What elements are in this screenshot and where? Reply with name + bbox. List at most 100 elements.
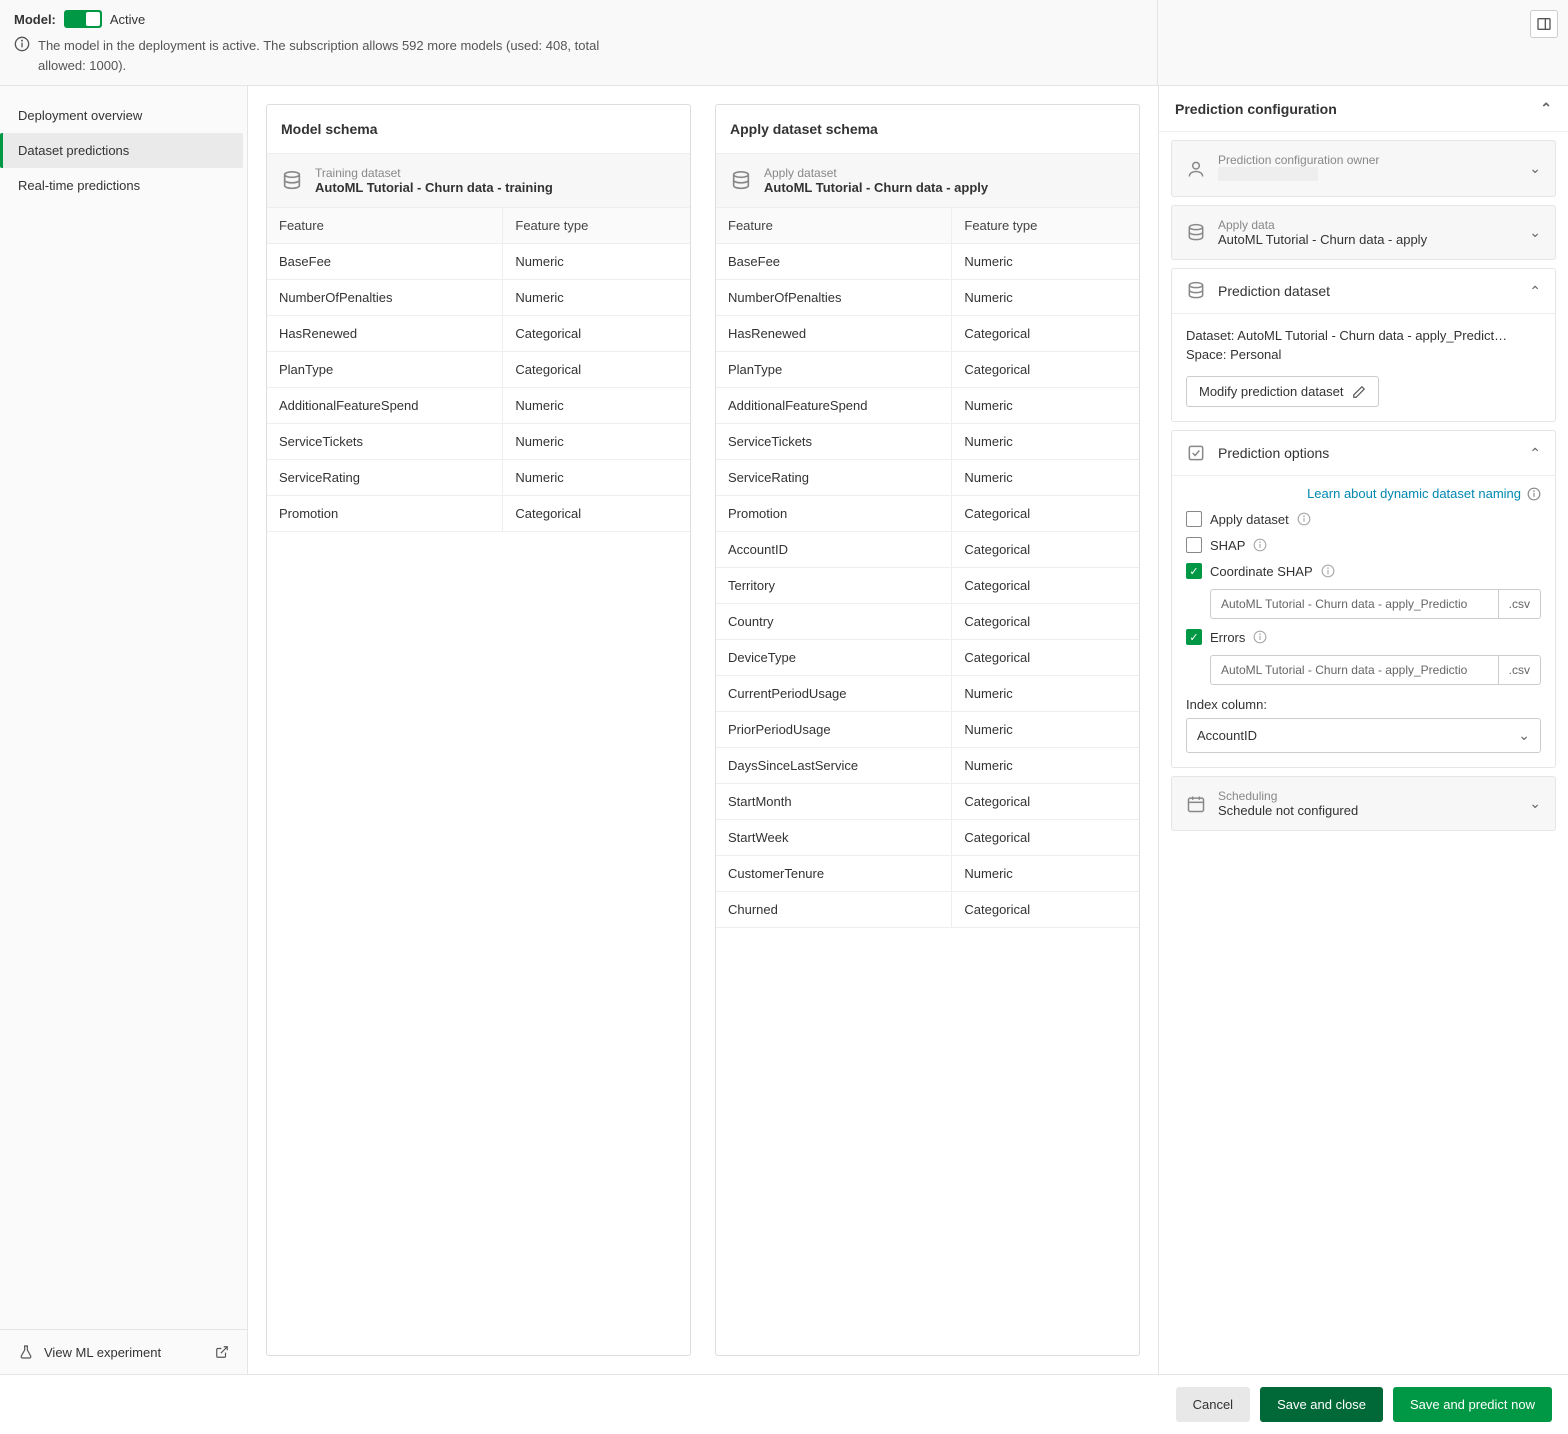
feature-cell: PlanType bbox=[267, 352, 502, 387]
table-row: AdditionalFeatureSpendNumeric bbox=[716, 388, 1139, 424]
table-row: DeviceTypeCategorical bbox=[716, 640, 1139, 676]
table-row: HasRenewedCategorical bbox=[716, 316, 1139, 352]
apply-data-value: AutoML Tutorial - Churn data - apply bbox=[1218, 232, 1517, 247]
prediction-options-section[interactable]: Prediction options ⌃ bbox=[1172, 431, 1555, 475]
type-cell: Categorical bbox=[951, 532, 1139, 567]
type-cell: Numeric bbox=[502, 388, 690, 423]
sidebar-item-realtime-predictions[interactable]: Real-time predictions bbox=[0, 168, 247, 203]
model-schema-title: Model schema bbox=[267, 105, 690, 154]
shap-checkbox[interactable] bbox=[1186, 537, 1202, 553]
type-cell: Numeric bbox=[951, 856, 1139, 891]
apply-dataset-option-label: Apply dataset bbox=[1210, 512, 1289, 527]
feature-cell: Promotion bbox=[267, 496, 502, 531]
chevron-up-icon: ⌃ bbox=[1529, 445, 1541, 462]
index-column-select[interactable]: AccountID ⌄ bbox=[1186, 718, 1541, 753]
table-row: PromotionCategorical bbox=[716, 496, 1139, 532]
apply-dataset-name: AutoML Tutorial - Churn data - apply bbox=[764, 180, 988, 195]
training-dataset-label: Training dataset bbox=[315, 166, 553, 180]
feature-cell: NumberOfPenalties bbox=[267, 280, 502, 315]
table-row: CountryCategorical bbox=[716, 604, 1139, 640]
coordinate-shap-checkbox[interactable]: ✓ bbox=[1186, 563, 1202, 579]
feature-cell: AccountID bbox=[716, 532, 951, 567]
table-row: TerritoryCategorical bbox=[716, 568, 1139, 604]
model-info-text: The model in the deployment is active. T… bbox=[38, 36, 614, 75]
panel-toggle-button[interactable] bbox=[1530, 10, 1558, 38]
training-dataset-name: AutoML Tutorial - Churn data - training bbox=[315, 180, 553, 195]
info-icon[interactable] bbox=[1321, 564, 1335, 578]
dataset-value: Dataset: AutoML Tutorial - Churn data - … bbox=[1186, 328, 1541, 343]
col-type-header: Feature type bbox=[951, 208, 1139, 243]
info-icon[interactable] bbox=[1253, 630, 1267, 644]
col-type-header: Feature type bbox=[502, 208, 690, 243]
table-row: PlanTypeCategorical bbox=[267, 352, 690, 388]
prediction-dataset-section[interactable]: Prediction dataset ⌃ bbox=[1172, 269, 1555, 313]
chevron-up-icon: ⌃ bbox=[1529, 283, 1541, 300]
info-icon[interactable] bbox=[1297, 512, 1311, 526]
table-row: ServiceTicketsNumeric bbox=[716, 424, 1139, 460]
apply-dataset-checkbox[interactable] bbox=[1186, 511, 1202, 527]
table-row: HasRenewedCategorical bbox=[267, 316, 690, 352]
info-icon[interactable] bbox=[1253, 538, 1267, 552]
type-cell: Categorical bbox=[951, 784, 1139, 819]
save-and-close-button[interactable]: Save and close bbox=[1260, 1387, 1383, 1422]
scheduling-section[interactable]: Scheduling Schedule not configured ⌄ bbox=[1172, 777, 1555, 830]
learn-link[interactable]: Learn about dynamic dataset naming bbox=[1307, 486, 1541, 501]
table-row: NumberOfPenaltiesNumeric bbox=[267, 280, 690, 316]
feature-cell: StartMonth bbox=[716, 784, 951, 819]
cancel-button[interactable]: Cancel bbox=[1176, 1387, 1250, 1422]
type-cell: Numeric bbox=[951, 748, 1139, 783]
feature-cell: DeviceType bbox=[716, 640, 951, 675]
apply-dataset-label: Apply dataset bbox=[764, 166, 988, 180]
type-cell: Categorical bbox=[502, 316, 690, 351]
feature-cell: Churned bbox=[716, 892, 951, 927]
database-icon bbox=[281, 170, 303, 192]
errors-filename-input[interactable]: AutoML Tutorial - Churn data - apply_Pre… bbox=[1210, 655, 1499, 685]
apply-data-section[interactable]: Apply data AutoML Tutorial - Churn data … bbox=[1172, 206, 1555, 259]
feature-cell: BaseFee bbox=[267, 244, 502, 279]
options-icon bbox=[1186, 443, 1206, 463]
type-cell: Categorical bbox=[502, 352, 690, 387]
sidebar-item-deployment-overview[interactable]: Deployment overview bbox=[0, 98, 247, 133]
type-cell: Numeric bbox=[951, 676, 1139, 711]
info-icon bbox=[14, 36, 30, 52]
table-row: ServiceRatingNumeric bbox=[716, 460, 1139, 496]
type-cell: Categorical bbox=[951, 568, 1139, 603]
sidebar-item-dataset-predictions[interactable]: Dataset predictions bbox=[0, 133, 243, 168]
table-row: CustomerTenureNumeric bbox=[716, 856, 1139, 892]
type-cell: Numeric bbox=[951, 388, 1139, 423]
feature-cell: ServiceRating bbox=[716, 460, 951, 495]
feature-cell: Promotion bbox=[716, 496, 951, 531]
feature-cell: StartWeek bbox=[716, 820, 951, 855]
scheduling-label: Scheduling bbox=[1218, 789, 1517, 803]
apply-data-label: Apply data bbox=[1218, 218, 1517, 232]
feature-cell: HasRenewed bbox=[716, 316, 951, 351]
database-icon bbox=[730, 170, 752, 192]
model-schema-panel: Model schema Training dataset AutoML Tut… bbox=[266, 104, 691, 1356]
model-label: Model: bbox=[14, 12, 56, 27]
owner-section[interactable]: Prediction configuration owner ⌄ bbox=[1172, 141, 1555, 196]
feature-cell: Country bbox=[716, 604, 951, 639]
save-and-predict-button[interactable]: Save and predict now bbox=[1393, 1387, 1552, 1422]
owner-label: Prediction configuration owner bbox=[1218, 153, 1517, 167]
modify-dataset-button[interactable]: Modify prediction dataset bbox=[1186, 376, 1379, 407]
type-cell: Categorical bbox=[951, 640, 1139, 675]
table-row: PromotionCategorical bbox=[267, 496, 690, 532]
table-row: NumberOfPenaltiesNumeric bbox=[716, 280, 1139, 316]
type-cell: Numeric bbox=[502, 460, 690, 495]
errors-checkbox[interactable]: ✓ bbox=[1186, 629, 1202, 645]
type-cell: Categorical bbox=[951, 820, 1139, 855]
feature-cell: PlanType bbox=[716, 352, 951, 387]
apply-schema-title: Apply dataset schema bbox=[716, 105, 1139, 154]
feature-cell: ServiceRating bbox=[267, 460, 502, 495]
chevron-down-icon: ⌄ bbox=[1529, 160, 1541, 177]
errors-label: Errors bbox=[1210, 630, 1245, 645]
table-row: ServiceTicketsNumeric bbox=[267, 424, 690, 460]
table-row: StartWeekCategorical bbox=[716, 820, 1139, 856]
table-row: ServiceRatingNumeric bbox=[267, 460, 690, 496]
type-cell: Numeric bbox=[951, 712, 1139, 747]
feature-cell: DaysSinceLastService bbox=[716, 748, 951, 783]
view-ml-experiment-link[interactable]: View ML experiment bbox=[0, 1329, 247, 1374]
chevron-up-icon[interactable]: ⌃ bbox=[1540, 100, 1552, 117]
model-active-toggle[interactable] bbox=[64, 10, 102, 28]
coordinate-shap-filename-input[interactable]: AutoML Tutorial - Churn data - apply_Pre… bbox=[1210, 589, 1499, 619]
